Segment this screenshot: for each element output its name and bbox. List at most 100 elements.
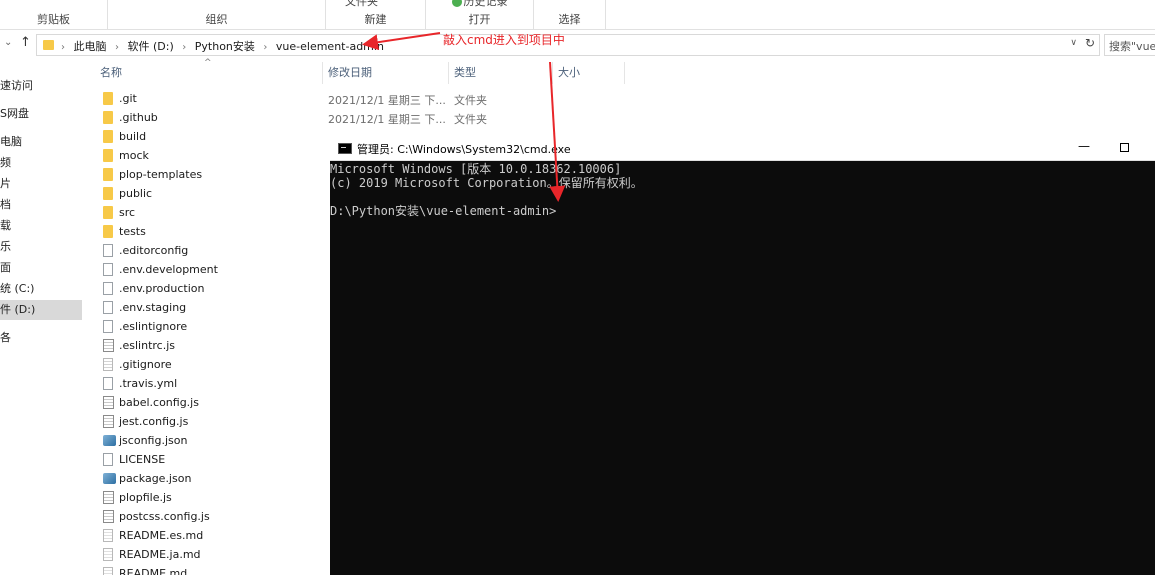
file-icon (103, 301, 113, 314)
file-icon (103, 453, 113, 466)
ribbon-group-new[interactable]: 文件夹 新建 (326, 0, 426, 30)
nav-item-quick-access[interactable]: 速访问 (0, 76, 82, 96)
breadcrumb-this-pc[interactable]: 此电脑 (74, 40, 107, 53)
address-bar[interactable]: › 此电脑 › 软件 (D:) › Python安装 › vue-element… (36, 34, 1100, 56)
column-header-size[interactable]: 大小 (558, 64, 580, 84)
breadcrumb-python[interactable]: Python安装 (195, 40, 255, 53)
ribbon-group-label: 选择 (558, 13, 581, 26)
history-button[interactable]: 历史记录 (426, 0, 533, 9)
nav-item-this-pc[interactable]: 电脑 (0, 132, 82, 152)
file-name: .env.staging (119, 301, 187, 314)
ribbon-group-label: 打开 (468, 13, 491, 26)
json-file-icon (103, 473, 116, 484)
chevron-right-icon[interactable]: › (182, 42, 186, 53)
chevron-down-icon[interactable]: ⌄ (4, 37, 12, 48)
list-item[interactable]: .git 2021/12/1 星期三 下... 文件夹 (100, 90, 520, 109)
chevron-right-icon[interactable]: › (263, 42, 267, 53)
ribbon-group-organize[interactable]: 组织 (108, 0, 326, 30)
folder-icon (103, 92, 113, 105)
cmd-window[interactable]: 管理员: C:\Windows\System32\cmd.exe — Micro… (330, 136, 1155, 575)
folder-icon (43, 40, 54, 50)
file-name: .editorconfig (119, 244, 189, 257)
script-file-icon (103, 491, 114, 504)
chevron-right-icon[interactable]: › (115, 42, 119, 53)
column-header-type[interactable]: 类型 (454, 64, 476, 84)
cmd-title-bar[interactable]: 管理员: C:\Windows\System32\cmd.exe — (330, 136, 1155, 161)
folder-icon (103, 111, 113, 124)
file-name: README.md (119, 567, 188, 575)
address-dropdown-icon[interactable]: ∨ (1070, 38, 1077, 48)
file-name: public (119, 187, 153, 200)
search-input[interactable]: 搜索"vue (1104, 34, 1155, 56)
file-icon (103, 377, 113, 390)
file-type: 文件夹 (454, 113, 487, 126)
minimize-icon[interactable]: — (1078, 139, 1090, 153)
column-divider[interactable] (552, 62, 553, 84)
breadcrumb-project[interactable]: vue-element-admin (276, 40, 384, 53)
up-arrow-icon[interactable]: ↑ (20, 35, 31, 50)
column-divider[interactable] (624, 62, 625, 84)
list-item[interactable]: .github 2021/12/1 星期三 下... 文件夹 (100, 109, 520, 128)
new-folder-label[interactable]: 文件夹 (298, 0, 425, 9)
script-file-icon (103, 510, 114, 523)
file-name: LICENSE (119, 453, 166, 466)
chevron-right-icon[interactable]: › (61, 42, 65, 53)
nav-item-documents[interactable]: 档 (0, 195, 82, 215)
nav-item-network[interactable]: 各 (0, 328, 82, 348)
nav-item-drive-c[interactable]: 统 (C:) (0, 279, 82, 299)
column-header-name[interactable]: 名称 (100, 64, 122, 84)
breadcrumb-drive-d[interactable]: 软件 (D:) (128, 40, 174, 53)
ribbon-group-label: 新建 (364, 13, 387, 26)
script-file-icon (103, 415, 114, 428)
breadcrumb: › 此电脑 › 软件 (D:) › Python安装 › vue-element… (61, 38, 389, 54)
ribbon-group-select[interactable]: 选择 (534, 0, 606, 30)
file-name: package.json (119, 472, 192, 485)
folder-icon (103, 130, 113, 143)
ribbon: 剪贴板 组织 文件夹 新建 历史记录 打开 选择 (0, 0, 1155, 30)
nav-item-downloads[interactable]: 载 (0, 216, 82, 236)
cmd-title: 管理员: C:\Windows\System32\cmd.exe (357, 143, 571, 156)
file-date: 2021/12/1 星期三 下... (328, 94, 446, 107)
folder-icon (103, 168, 113, 181)
file-icon (103, 282, 113, 295)
ribbon-group-clipboard[interactable]: 剪贴板 (0, 0, 108, 30)
refresh-icon[interactable]: ↻ (1085, 36, 1095, 50)
console-line: Microsoft Windows [版本 10.0.18362.10006] (330, 162, 622, 176)
console-prompt: D:\Python安装\vue-element-admin> (330, 204, 557, 218)
terminal-icon (338, 143, 352, 154)
file-icon (103, 244, 113, 257)
nav-item-pictures[interactable]: 片 (0, 174, 82, 194)
markdown-file-icon (103, 529, 113, 542)
file-icon (103, 263, 113, 276)
markdown-file-icon (103, 548, 113, 561)
column-divider[interactable] (448, 62, 449, 84)
nav-item-music[interactable]: 乐 (0, 237, 82, 257)
nav-item-desktop[interactable]: 面 (0, 258, 82, 278)
file-name: .env.production (119, 282, 205, 295)
nav-item-drive-d[interactable]: 件 (D:) (0, 300, 82, 320)
cmd-console[interactable]: Microsoft Windows [版本 10.0.18362.10006] … (330, 161, 1155, 575)
maximize-icon[interactable] (1120, 143, 1129, 152)
text-file-icon (103, 358, 113, 371)
folder-icon (103, 225, 113, 238)
address-row: ⌄ ↑ › 此电脑 › 软件 (D:) › Python安装 › vue-ele… (0, 31, 1155, 59)
nav-item-cloud-drive[interactable]: S网盘 (0, 104, 82, 124)
file-name: postcss.config.js (119, 510, 210, 523)
file-type: 文件夹 (454, 94, 487, 107)
file-name: jsconfig.json (119, 434, 188, 447)
nav-item-videos[interactable]: 频 (0, 153, 82, 173)
folder-icon (103, 206, 113, 219)
file-name: README.ja.md (119, 548, 201, 561)
json-file-icon (103, 435, 116, 446)
history-label: 历史记录 (463, 0, 508, 8)
file-icon (103, 320, 113, 333)
column-divider[interactable] (322, 62, 323, 84)
file-name: .github (119, 111, 158, 124)
ribbon-group-open[interactable]: 历史记录 打开 (426, 0, 534, 30)
ribbon-group-label: 组织 (205, 13, 228, 26)
file-date: 2021/12/1 星期三 下... (328, 113, 446, 126)
script-file-icon (103, 339, 114, 352)
script-file-icon (103, 396, 114, 409)
column-header-date[interactable]: 修改日期 (328, 64, 372, 84)
console-line: (c) 2019 Microsoft Corporation。保留所有权利。 (330, 176, 643, 190)
